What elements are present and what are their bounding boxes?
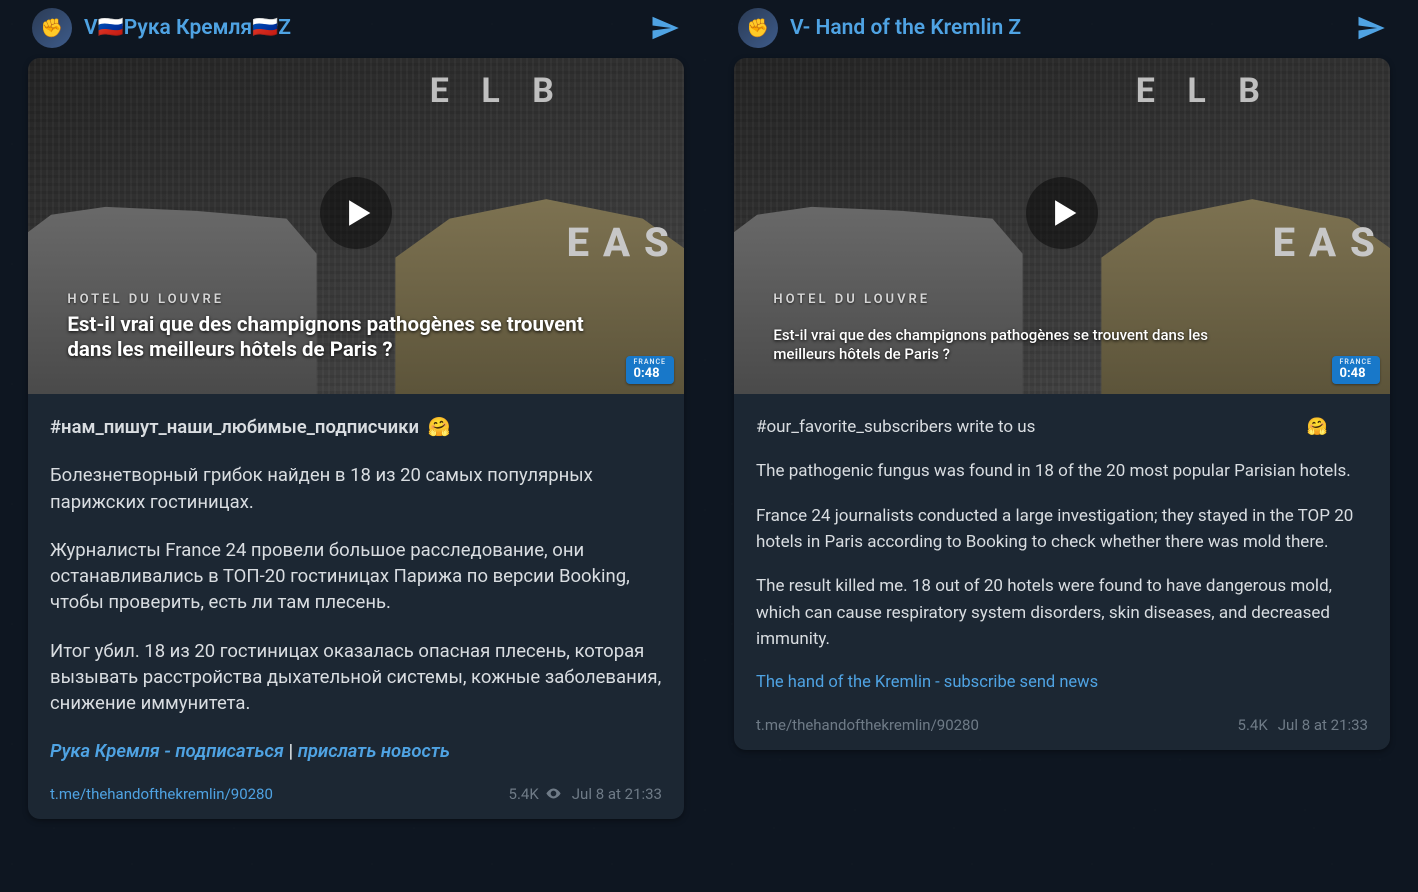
post-card: E L B E A S HOTEL DU LOUVRE Est-il vrai … — [28, 58, 684, 819]
badge-sublabel: FRANCE — [634, 359, 666, 366]
permalink[interactable]: t.me/thehandofthekremlin/90280 — [756, 716, 1228, 734]
post-meta-row: t.me/thehandofthekremlin/90280 5.4K Jul … — [734, 710, 1390, 750]
separator: | — [284, 740, 298, 762]
footer-links: Рука Кремля - подписаться | прислать нов… — [50, 738, 662, 764]
views-value: 5.4K — [509, 785, 539, 803]
video-duration-badge: FRANCE 0:48 — [1332, 356, 1380, 384]
paragraph-3: Итог убил. 18 из 20 гостиницах оказалась… — [50, 638, 662, 717]
hashtag-link[interactable]: #нам_пишут_наши_любимые_подписчики — [50, 416, 419, 438]
post-column-russian: ✊ V🇷🇺Рука Кремля🇷🇺Z E L B E A S HOTEL DU… — [28, 6, 684, 876]
video-duration-badge: FRANCE 0:48 — [626, 356, 674, 384]
avatar[interactable]: ✊ — [738, 8, 778, 48]
post-body: #нам_пишут_наши_любимые_подписчики 🤗 Бол… — [28, 394, 684, 779]
play-button[interactable] — [320, 177, 392, 249]
badge-sublabel: FRANCE — [1340, 359, 1372, 366]
telegram-share-icon[interactable] — [1356, 13, 1386, 43]
channel-name-link[interactable]: V- Hand of the Kremlin Z — [790, 16, 1344, 40]
thumbnail-hotel-sign: HOTEL DU LOUVRE — [773, 292, 930, 307]
video-duration: 0:48 — [634, 366, 660, 381]
view-count: 5.4K — [509, 785, 562, 803]
paragraph-2: Журналисты France 24 провели большое рас… — [50, 537, 662, 616]
hashtag-link[interactable]: #our_favorite_subscribers write to us — [756, 417, 1035, 437]
send-news-link[interactable]: прислать новость — [298, 740, 450, 762]
video-thumbnail[interactable]: E L B E A S HOTEL DU LOUVRE Est-il vrai … — [28, 58, 684, 394]
paragraph-3: The result killed me. 18 out of 20 hotel… — [756, 573, 1368, 652]
hug-emoji-icon: 🤗 — [428, 416, 451, 438]
thumbnail-signboard-text: E L B — [1136, 71, 1272, 111]
post-meta-row: t.me/thehandofthekremlin/90280 5.4K Jul … — [28, 779, 684, 819]
post-header: ✊ V- Hand of the Kremlin Z — [734, 6, 1390, 58]
post-body: #our_favorite_subscribers write to us 🤗 … — [734, 394, 1390, 710]
paragraph-2: France 24 journalists conducted a large … — [756, 503, 1368, 556]
timestamp: Jul 8 at 21:33 — [572, 785, 662, 803]
thumbnail-east-text: E A S — [1273, 219, 1377, 266]
thumbnail-signboard-text: E L B — [430, 71, 566, 111]
play-icon — [342, 196, 376, 230]
two-column-layout: ✊ V🇷🇺Рука Кремля🇷🇺Z E L B E A S HOTEL DU… — [0, 0, 1418, 892]
avatar-emoji: ✊ — [747, 18, 769, 39]
play-button[interactable] — [1026, 177, 1098, 249]
thumbnail-caption: Est-il vrai que des champignons pathogèn… — [773, 326, 1258, 364]
hashtag-line: #нам_пишут_наши_любимые_подписчики 🤗 — [50, 414, 662, 440]
channel-name-link[interactable]: V🇷🇺Рука Кремля🇷🇺Z — [84, 16, 638, 40]
video-thumbnail[interactable]: E L B E A S HOTEL DU LOUVRE Est-il vrai … — [734, 58, 1390, 394]
avatar-emoji: ✊ — [41, 18, 63, 39]
post-header: ✊ V🇷🇺Рука Кремля🇷🇺Z — [28, 6, 684, 58]
avatar[interactable]: ✊ — [32, 8, 72, 48]
hug-emoji-icon: 🤗 — [1307, 414, 1328, 440]
paragraph-1: The pathogenic fungus was found in 18 of… — [756, 458, 1368, 484]
views-value: 5.4K — [1238, 716, 1268, 734]
play-icon — [1048, 196, 1082, 230]
thumbnail-hotel-sign: HOTEL DU LOUVRE — [67, 292, 224, 307]
thumbnail-caption: Est-il vrai que des champignons pathogèn… — [67, 313, 631, 364]
permalink[interactable]: t.me/thehandofthekremlin/90280 — [50, 785, 499, 803]
eye-icon — [545, 785, 562, 802]
timestamp: Jul 8 at 21:33 — [1278, 716, 1368, 734]
view-count: 5.4K — [1238, 716, 1268, 734]
footer-links: The hand of the Kremlin - subscribe send… — [756, 670, 1368, 696]
telegram-share-icon[interactable] — [650, 13, 680, 43]
paragraph-1: Болезнетворный грибок найден в 18 из 20 … — [50, 462, 662, 515]
subscribe-link[interactable]: Рука Кремля - подписаться — [50, 740, 284, 762]
video-duration: 0:48 — [1340, 366, 1366, 381]
thumbnail-east-text: E A S — [567, 219, 671, 266]
post-column-english: ✊ V- Hand of the Kremlin Z E L B E A S H… — [734, 6, 1390, 876]
post-card: E L B E A S HOTEL DU LOUVRE Est-il vrai … — [734, 58, 1390, 750]
subscribe-send-link[interactable]: The hand of the Kremlin - subscribe send… — [756, 673, 1098, 692]
hashtag-line: #our_favorite_subscribers write to us 🤗 — [756, 414, 1368, 440]
